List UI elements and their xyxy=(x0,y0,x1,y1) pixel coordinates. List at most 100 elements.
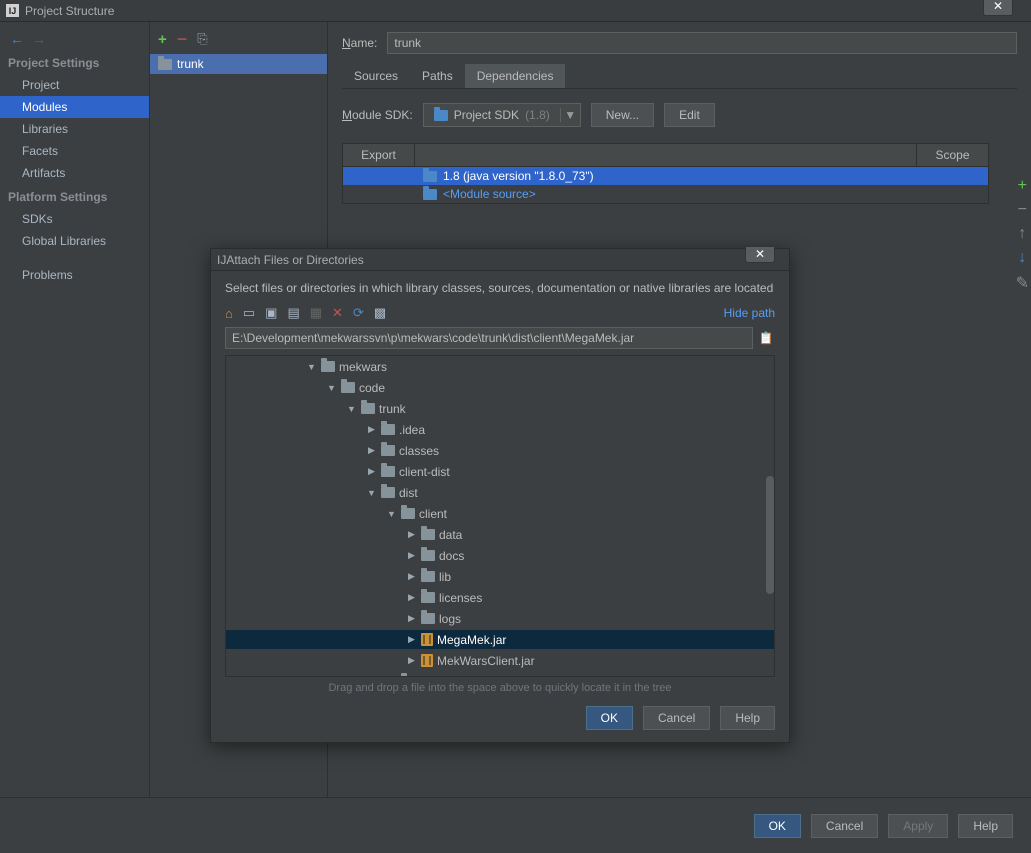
sdk-select[interactable]: Project SDK (1.8) ▼ xyxy=(423,103,581,127)
sidebar-item-problems[interactable]: Problems xyxy=(0,264,149,286)
expand-icon[interactable]: ▼ xyxy=(386,509,397,519)
nav-arrows: ← → xyxy=(0,28,149,50)
ok-button[interactable]: OK xyxy=(754,814,801,838)
dependencies-table: Export Scope 1.8 (java version "1.8.0_73… xyxy=(342,143,989,204)
sdk-dropdown-icon[interactable]: ▼ xyxy=(560,108,580,122)
tree-node-logs[interactable]: logs xyxy=(439,612,461,626)
tree-node-server[interactable]: server xyxy=(419,675,452,678)
expand-icon[interactable]: ▼ xyxy=(326,383,337,393)
new-sdk-button[interactable]: New... xyxy=(591,103,654,127)
tree-node-megamek-row[interactable]: ▶ MegaMek.jar xyxy=(226,630,774,649)
tree-node-licenses[interactable]: licenses xyxy=(439,591,482,605)
sidebar-item-facets[interactable]: Facets xyxy=(0,140,149,162)
delete-icon[interactable]: ✕ xyxy=(332,305,343,321)
name-row: Name: xyxy=(342,32,1017,54)
hide-path-link[interactable]: Hide path xyxy=(724,306,775,320)
show-hidden-icon[interactable]: ▩ xyxy=(374,305,386,321)
copy-module-icon[interactable]: ⎘ xyxy=(197,31,207,47)
sidebar-item-modules[interactable]: Modules xyxy=(0,96,149,118)
add-dependency-icon[interactable]: + xyxy=(1018,177,1027,195)
dialog-footer: OK Cancel Help xyxy=(225,706,775,730)
help-button[interactable]: Help xyxy=(958,814,1013,838)
tree-node-classes[interactable]: classes xyxy=(399,444,439,458)
sidebar-item-artifacts[interactable]: Artifacts xyxy=(0,162,149,184)
dep-module-source-label: <Module source> xyxy=(443,187,536,201)
collapse-icon[interactable]: ▶ xyxy=(406,655,417,666)
dep-jdk-label: 1.8 (java version "1.8.0_73") xyxy=(443,169,594,183)
forward-icon[interactable]: → xyxy=(32,31,46,47)
collapse-icon[interactable]: ▶ xyxy=(406,613,417,624)
module-toolbar: + − ⎘ xyxy=(150,28,327,50)
file-tree[interactable]: ▼mekwars ▼code ▼trunk ▶.idea ▶classes ▶c… xyxy=(225,355,775,677)
col-scope[interactable]: Scope xyxy=(916,144,988,166)
apply-button[interactable]: Apply xyxy=(888,814,948,838)
tree-node-trunk[interactable]: trunk xyxy=(379,402,406,416)
sidebar-item-sdks[interactable]: SDKs xyxy=(0,208,149,230)
path-input[interactable] xyxy=(225,327,753,349)
tree-node-docs[interactable]: docs xyxy=(439,549,464,563)
module-name-input[interactable] xyxy=(387,32,1017,54)
tree-node-data[interactable]: data xyxy=(439,528,462,542)
refresh-icon[interactable]: ⟳ xyxy=(353,305,364,321)
tree-scrollbar[interactable] xyxy=(766,476,774,594)
collapse-icon[interactable]: ▶ xyxy=(406,550,417,561)
folder-icon xyxy=(321,361,335,372)
remove-dependency-icon[interactable]: − xyxy=(1018,201,1027,219)
collapse-icon[interactable]: ▶ xyxy=(366,424,377,435)
expand-icon[interactable]: ▼ xyxy=(306,362,317,372)
folder-icon xyxy=(401,508,415,519)
tree-node-idea[interactable]: .idea xyxy=(399,423,425,437)
dialog-close-button[interactable]: ✕ xyxy=(745,247,775,263)
sidebar-item-global-libraries[interactable]: Global Libraries xyxy=(0,230,149,252)
dep-row-jdk[interactable]: 1.8 (java version "1.8.0_73") xyxy=(343,167,988,185)
tree-node-clientdist[interactable]: client-dist xyxy=(399,465,450,479)
folder-icon xyxy=(381,487,395,498)
edit-dependency-icon[interactable]: ✎ xyxy=(1016,273,1029,293)
dialog-help-button[interactable]: Help xyxy=(720,706,775,730)
home-icon[interactable]: ⌂ xyxy=(225,306,233,321)
tree-node-client[interactable]: client xyxy=(419,507,447,521)
move-up-icon[interactable]: ↑ xyxy=(1018,225,1026,243)
tab-paths[interactable]: Paths xyxy=(410,64,465,88)
edit-sdk-button[interactable]: Edit xyxy=(664,103,715,127)
tree-node-dist[interactable]: dist xyxy=(399,486,418,500)
expand-icon[interactable]: ▼ xyxy=(346,404,357,414)
dep-row-module-source[interactable]: <Module source> xyxy=(343,185,988,203)
collapse-icon[interactable]: ▶ xyxy=(366,445,377,456)
tree-node-lib[interactable]: lib xyxy=(439,570,451,584)
back-icon[interactable]: ← xyxy=(10,31,24,47)
attach-files-dialog: IJ Attach Files or Directories ✕ Select … xyxy=(210,248,790,743)
new-folder-icon[interactable]: ▤ xyxy=(287,305,299,321)
disabled-action-icon: ▦ xyxy=(310,305,322,321)
collapse-icon[interactable]: ▶ xyxy=(406,571,417,582)
sidebar-item-libraries[interactable]: Libraries xyxy=(0,118,149,140)
collapse-icon[interactable]: ▶ xyxy=(406,592,417,603)
dialog-ok-button[interactable]: OK xyxy=(586,706,633,730)
collapse-icon[interactable]: ▶ xyxy=(366,466,377,477)
desktop-icon[interactable]: ▭ xyxy=(243,305,255,321)
collapse-icon[interactable]: ▶ xyxy=(406,529,417,540)
tree-node-mekwars[interactable]: mekwars xyxy=(339,360,387,374)
jar-icon xyxy=(421,654,433,667)
module-item-label: trunk xyxy=(177,57,204,71)
expand-icon[interactable]: ▼ xyxy=(366,488,377,498)
window-close-button[interactable]: ✕ xyxy=(983,0,1013,16)
tree-node-code[interactable]: code xyxy=(359,381,385,395)
cancel-button[interactable]: Cancel xyxy=(811,814,878,838)
tree-node-megamek[interactable]: MegaMek.jar xyxy=(437,633,506,647)
dialog-cancel-button[interactable]: Cancel xyxy=(643,706,710,730)
history-icon[interactable]: 📋 xyxy=(757,327,775,349)
collapse-icon[interactable]: ▶ xyxy=(406,634,417,645)
remove-module-icon[interactable]: − xyxy=(177,34,188,44)
tab-dependencies[interactable]: Dependencies xyxy=(465,64,566,88)
sidebar-item-project[interactable]: Project xyxy=(0,74,149,96)
collapse-icon[interactable]: ▶ xyxy=(386,676,397,677)
project-icon[interactable]: ▣ xyxy=(265,305,277,321)
sdk-value: Project SDK xyxy=(454,108,519,122)
tab-sources[interactable]: Sources xyxy=(342,64,410,88)
module-item-trunk[interactable]: trunk xyxy=(150,54,327,74)
move-down-icon[interactable]: ↓ xyxy=(1018,249,1026,267)
col-export[interactable]: Export xyxy=(343,144,415,166)
add-module-icon[interactable]: + xyxy=(158,31,167,48)
tree-node-mekwarsclient[interactable]: MekWarsClient.jar xyxy=(437,654,535,668)
